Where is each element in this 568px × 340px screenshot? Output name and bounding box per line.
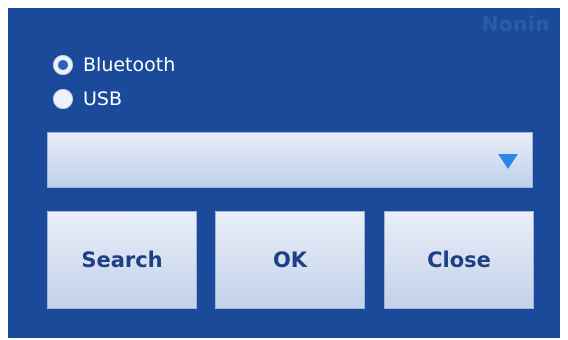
device-connect-dialog: Nonin Bluetooth USB Search OK Close — [8, 8, 560, 338]
radio-button-unselected-icon[interactable] — [53, 89, 73, 109]
search-button[interactable]: Search — [47, 211, 197, 309]
device-dropdown[interactable] — [47, 132, 533, 188]
bluetooth-radio-label: Bluetooth — [83, 54, 176, 76]
usb-radio-option[interactable]: USB — [53, 88, 122, 110]
chevron-down-icon[interactable] — [498, 154, 518, 169]
ok-button[interactable]: OK — [215, 211, 365, 309]
usb-radio-label: USB — [83, 88, 123, 110]
bluetooth-radio-option[interactable]: Bluetooth — [53, 54, 175, 76]
brand-watermark: Nonin — [481, 12, 550, 36]
close-button[interactable]: Close — [384, 211, 534, 309]
radio-button-selected-icon[interactable] — [53, 55, 73, 75]
